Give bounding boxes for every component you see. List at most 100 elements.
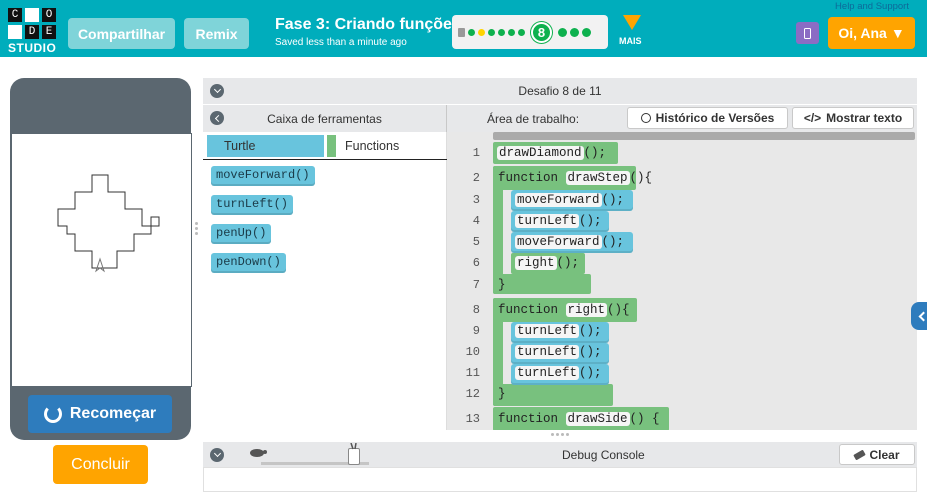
keyword-function: function [498,412,559,426]
logo-letter-c: C [8,8,22,22]
code-line-4: turnLeft (); [515,214,602,228]
code-line-5: moveForward (); [515,235,624,249]
toolbox-block-turnleft[interactable]: turnLeft() [211,195,294,215]
logo-letter-o: O [42,8,56,22]
user-menu-button[interactable]: Oi, Ana ▼ [828,17,915,49]
expand-right-panel-tab[interactable] [911,302,927,330]
level-dot[interactable] [488,28,495,36]
version-history-label: Histórico de Versões [655,111,775,125]
show-text-label: Mostrar texto [826,111,903,125]
level-dot[interactable] [478,28,485,36]
clear-console-button[interactable]: Clear [839,444,915,465]
line-number: 3 [472,193,480,207]
version-history-button[interactable]: Histórico de Versões [627,107,788,129]
finish-button[interactable]: Concluir [53,445,148,484]
help-and-support-link[interactable]: Help and Support [835,1,909,12]
function-call-name[interactable]: turnLeft [515,324,580,338]
code-line-10: turnLeft (); [515,345,602,359]
function-call-name[interactable]: moveForward [515,235,602,249]
keyword-function: function [498,303,559,317]
toolbox-categories: Turtle Functions [203,132,447,160]
code-line-9: turnLeft (); [515,324,602,338]
level-dot[interactable] [558,27,567,37]
function-call-name[interactable]: turnLeft [515,214,580,228]
mobile-share-button[interactable] [796,22,819,44]
level-dot[interactable] [498,28,505,36]
function-call-name[interactable]: turnLeft [515,366,580,380]
function-call-name[interactable]: turnLeft [515,345,580,359]
toolbox-block-moveforward[interactable]: moveForward() [211,166,315,186]
function-block-right-footer[interactable] [493,384,613,406]
code-brackets-icon: </> [803,111,822,125]
code-line-11: turnLeft (); [515,366,602,380]
code-line-12: } [498,387,506,401]
collapse-debug-button[interactable] [210,448,224,462]
category-functions-swatch[interactable] [327,135,336,157]
app-root: Help and Support C O D E STUDIO Comparti… [0,0,927,492]
line-number: 6 [472,256,480,270]
level-dot[interactable] [518,28,525,36]
line-number: 12 [465,387,480,401]
debug-console-output[interactable] [203,467,917,492]
more-label[interactable]: MAIS [619,36,642,46]
page-icon[interactable] [458,27,465,37]
current-level-bubble[interactable]: 8 [531,21,552,43]
turtle-icon [95,257,105,273]
reset-button[interactable]: Recomeçar [28,395,172,433]
toolbox-title: Caixa de ferramentas [267,111,382,126]
line-number: 4 [472,214,480,228]
code-punctuation: (); [583,146,607,160]
code-line-13: function drawSide() { [498,412,660,426]
function-name[interactable]: drawStep [565,171,630,185]
collapse-toolbox-button[interactable] [210,111,224,125]
function-name[interactable]: drawSide [565,412,630,426]
debug-resize-grip[interactable] [551,433,569,436]
level-dot[interactable] [570,27,579,37]
level-dot[interactable] [582,27,591,37]
code-line-3: moveForward (); [515,193,624,207]
code-punctuation: (); [601,193,625,207]
rabbit-fast-icon [350,443,357,450]
chevron-left-icon [214,114,222,122]
code-punctuation: (){ [629,171,653,185]
code-punctuation: () { [629,412,660,426]
user-greeting: Oi, Ana [838,25,887,41]
function-call-name[interactable]: right [515,256,557,270]
category-functions[interactable]: Functions [345,139,399,153]
logo-studio-text: STUDIO [8,41,57,55]
more-caret-icon[interactable] [623,15,641,30]
reset-label: Recomeçar [69,405,157,422]
collapse-instructions-button[interactable] [210,84,224,98]
line-number: 2 [472,171,480,185]
show-text-button[interactable]: </> Mostrar texto [792,107,914,129]
turtle-canvas [11,133,192,387]
share-button[interactable]: Compartilhar [68,18,175,49]
function-name[interactable]: right [565,303,608,317]
level-dot[interactable] [468,28,475,36]
workspace-title: Área de trabalho: [487,112,580,126]
function-call-name[interactable]: drawDiamond [497,146,584,160]
remix-button[interactable]: Remix [184,18,249,49]
line-number: 9 [472,324,480,338]
debug-console-title: Debug Console [562,448,645,462]
toolbox-block-penup[interactable]: penUp() [211,224,272,244]
code-punctuation: (); [556,256,580,270]
workspace-header: Área de trabalho: Histórico de Versões <… [447,105,917,132]
previous-block-edge [493,132,915,140]
function-call-name[interactable]: moveForward [515,193,602,207]
code-studio-logo[interactable]: C O D E STUDIO [8,8,60,55]
line-number: 7 [472,278,480,292]
level-dot[interactable] [508,28,515,36]
save-status: Saved less than a minute ago [275,37,407,48]
challenge-label: Desafio 8 de 11 [518,84,602,98]
code-workspace[interactable]: 1 2 3 4 5 6 7 8 9 10 11 12 13 drawDiamon… [447,132,917,430]
toolbox-block-pendown[interactable]: penDown() [211,253,286,273]
line-number: 11 [465,366,480,380]
code-line-7: } [498,278,506,292]
resize-grip[interactable] [195,222,198,235]
debug-console-header: Debug Console Clear [203,442,917,467]
function-block-drawstep-footer[interactable] [493,274,591,294]
turtle-drawing [57,174,160,273]
category-turtle[interactable]: Turtle [207,135,324,157]
chevron-down-icon [213,85,221,94]
